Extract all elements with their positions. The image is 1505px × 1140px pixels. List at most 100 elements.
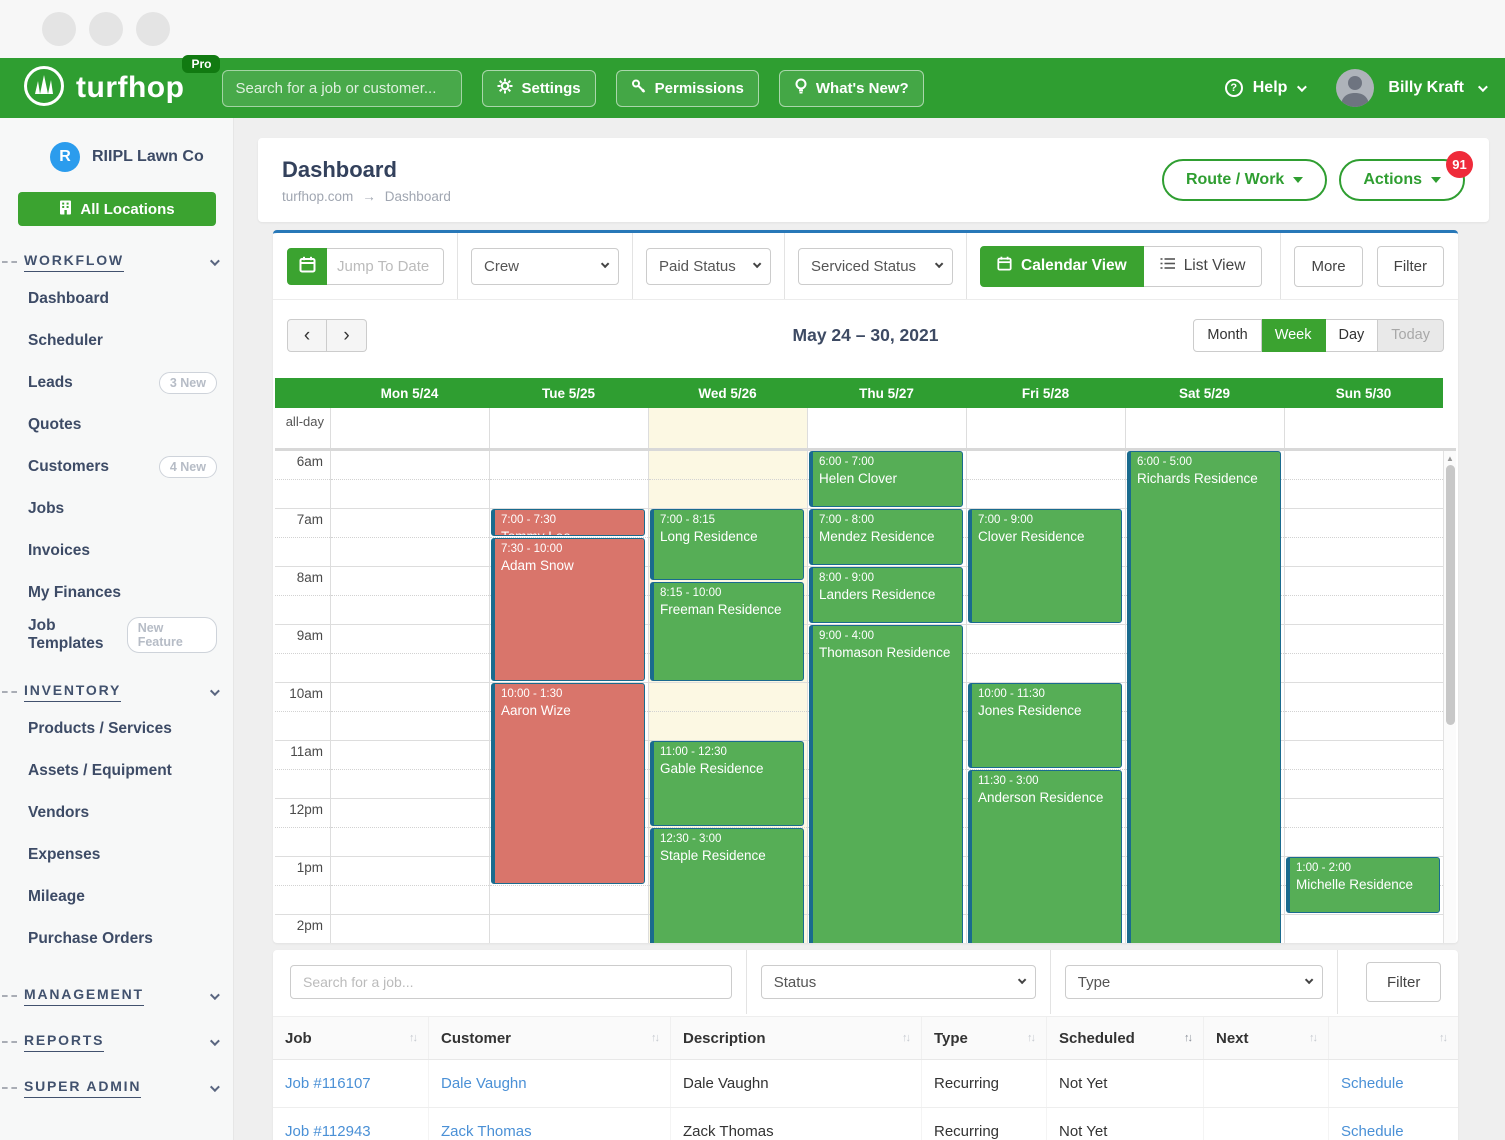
sidebar-item-scheduler[interactable]: Scheduler xyxy=(0,320,233,362)
sort-icon[interactable]: ↑↓ xyxy=(1439,1032,1446,1044)
all-day-cell[interactable] xyxy=(330,408,489,448)
global-search-input[interactable] xyxy=(222,70,462,107)
user-avatar[interactable] xyxy=(1336,69,1374,107)
all-day-cell[interactable] xyxy=(807,408,966,448)
calendar-slot[interactable] xyxy=(331,683,489,741)
calendar-event[interactable]: 10:00 - 11:30Jones Residence xyxy=(968,683,1122,768)
sidebar-item-assets-equipment[interactable]: Assets / Equipment xyxy=(0,750,233,792)
permissions-button[interactable]: Permissions xyxy=(616,70,759,107)
paid-status-select[interactable]: Paid Status xyxy=(646,248,771,285)
sidebar-item-expenses[interactable]: Expenses xyxy=(0,834,233,876)
description[interactable]: Zack Thomas xyxy=(670,1108,921,1140)
calendar-event[interactable]: 7:00 - 8:00Mendez Residence xyxy=(809,509,963,565)
calendar-slot[interactable] xyxy=(331,625,489,683)
calendar-event[interactable]: 1:00 - 2:00Michelle Residence xyxy=(1286,857,1440,913)
calendar-slot[interactable] xyxy=(1285,625,1443,683)
calendar-event[interactable]: 7:00 - 9:00Clover Residence xyxy=(968,509,1122,623)
calendar-event[interactable]: 7:30 - 10:00Adam Snow xyxy=(491,538,645,681)
all-day-cell[interactable] xyxy=(1125,408,1284,448)
calendar-event[interactable]: 7:00 - 7:30Tommy Lee xyxy=(491,509,645,536)
all-day-cell[interactable] xyxy=(489,408,648,448)
type[interactable]: Recurring xyxy=(921,1060,1046,1107)
sidebar-item-products-services[interactable]: Products / Services xyxy=(0,708,233,750)
view-day-button[interactable]: Day xyxy=(1326,319,1379,352)
calendar-event[interactable]: 8:00 - 9:00Landers Residence xyxy=(809,567,963,623)
sidebar-item-job-templates[interactable]: Job TemplatesNew Feature xyxy=(0,614,233,656)
sidebar-item-my-finances[interactable]: My Finances xyxy=(0,572,233,614)
sidebar-section-inventory[interactable]: INVENTORY xyxy=(24,682,217,702)
calendar-slot[interactable] xyxy=(331,915,489,943)
calendar-slot[interactable] xyxy=(1285,509,1443,567)
scheduled[interactable]: Not Yet xyxy=(1046,1108,1203,1140)
all-locations-button[interactable]: All Locations xyxy=(18,192,216,226)
sort-icon[interactable]: ↑↓ xyxy=(1184,1032,1191,1044)
sidebar-item-jobs[interactable]: Jobs xyxy=(0,488,233,530)
jobs-filter-button[interactable]: Filter xyxy=(1366,962,1441,1002)
filter-button[interactable]: Filter xyxy=(1377,246,1444,287)
serviced-status-select[interactable]: Serviced Status xyxy=(798,248,953,285)
whats-new-button[interactable]: What's New? xyxy=(779,70,924,107)
sidebar-item-vendors[interactable]: Vendors xyxy=(0,792,233,834)
window-control-close[interactable] xyxy=(42,12,76,46)
calendar-slot[interactable] xyxy=(331,857,489,915)
type[interactable]: Recurring xyxy=(921,1108,1046,1140)
sort-icon[interactable]: ↑↓ xyxy=(651,1032,658,1044)
column-header-job[interactable]: Job↑↓ xyxy=(273,1017,428,1059)
column-header-next[interactable]: Next↑↓ xyxy=(1203,1017,1328,1059)
calendar-slot[interactable] xyxy=(1285,915,1443,943)
jump-to-date-input[interactable] xyxy=(327,248,444,285)
column-header-scheduled[interactable]: Scheduled↑↓ xyxy=(1046,1017,1203,1059)
route-work-button[interactable]: Route / Work xyxy=(1162,159,1327,201)
calendar-event[interactable]: 11:00 - 12:30Gable Residence xyxy=(650,741,804,826)
user-menu-chevron-icon[interactable] xyxy=(1478,82,1488,92)
customer-link[interactable]: Zack Thomas xyxy=(441,1123,532,1140)
prev-week-button[interactable]: ‹ xyxy=(287,319,327,352)
calendar-event[interactable]: 10:00 - 1:30Aaron Wize xyxy=(491,683,645,884)
schedule-link[interactable]: Schedule xyxy=(1341,1075,1404,1092)
calendar-slot[interactable] xyxy=(331,451,489,509)
view-month-button[interactable]: Month xyxy=(1193,319,1261,352)
sort-icon[interactable]: ↑↓ xyxy=(409,1032,416,1044)
calendar-slot[interactable] xyxy=(649,683,807,741)
calendar-slot[interactable] xyxy=(331,509,489,567)
schedule-link[interactable]: Schedule xyxy=(1341,1123,1404,1140)
user-name[interactable]: Billy Kraft xyxy=(1388,79,1464,97)
job-search-input[interactable] xyxy=(290,965,732,999)
view-week-button[interactable]: Week xyxy=(1262,319,1326,352)
more-button[interactable]: More xyxy=(1294,246,1362,287)
all-day-cell[interactable] xyxy=(1284,408,1443,448)
calendar-event[interactable]: 6:00 - 5:00Richards Residence xyxy=(1127,451,1281,943)
list-view-button[interactable]: List View xyxy=(1144,246,1263,287)
calendar-slot[interactable] xyxy=(1285,741,1443,799)
sidebar-section-super-admin[interactable]: SUPER ADMIN xyxy=(24,1078,217,1098)
help-menu[interactable]: ? Help xyxy=(1225,79,1305,97)
window-control-minimize[interactable] xyxy=(89,12,123,46)
sidebar-item-purchase-orders[interactable]: Purchase Orders xyxy=(0,918,233,960)
next[interactable] xyxy=(1203,1108,1328,1140)
column-header-actions[interactable]: ↑↓ xyxy=(1328,1017,1458,1059)
actions-button[interactable]: Actions 91 xyxy=(1339,159,1465,201)
sort-icon[interactable]: ↑↓ xyxy=(1309,1032,1316,1044)
sidebar-item-invoices[interactable]: Invoices xyxy=(0,530,233,572)
calendar-slot[interactable] xyxy=(1285,799,1443,857)
company-row[interactable]: R RIIPL Lawn Co xyxy=(0,134,233,180)
calendar-slot[interactable] xyxy=(649,451,807,509)
job-link[interactable]: Job #116107 xyxy=(285,1075,371,1092)
column-header-customer[interactable]: Customer↑↓ xyxy=(428,1017,670,1059)
next-week-button[interactable]: › xyxy=(327,319,367,352)
status-select[interactable]: Status xyxy=(761,965,1036,999)
sort-icon[interactable]: ↑↓ xyxy=(1027,1032,1034,1044)
calendar-slot[interactable] xyxy=(331,799,489,857)
sidebar-item-customers[interactable]: Customers4 New xyxy=(0,446,233,488)
job-link[interactable]: Job #112943 xyxy=(285,1123,371,1140)
calendar-slot[interactable] xyxy=(490,451,648,509)
sidebar-item-quotes[interactable]: Quotes xyxy=(0,404,233,446)
window-control-zoom[interactable] xyxy=(136,12,170,46)
calendar-slot[interactable] xyxy=(967,451,1125,509)
description[interactable]: Dale Vaughn xyxy=(670,1060,921,1107)
breadcrumb-site[interactable]: turfhop.com xyxy=(282,189,353,204)
calendar-slot[interactable] xyxy=(331,567,489,625)
crew-select[interactable]: Crew xyxy=(471,248,619,285)
sort-icon[interactable]: ↑↓ xyxy=(902,1032,909,1044)
column-header-description[interactable]: Description↑↓ xyxy=(670,1017,921,1059)
